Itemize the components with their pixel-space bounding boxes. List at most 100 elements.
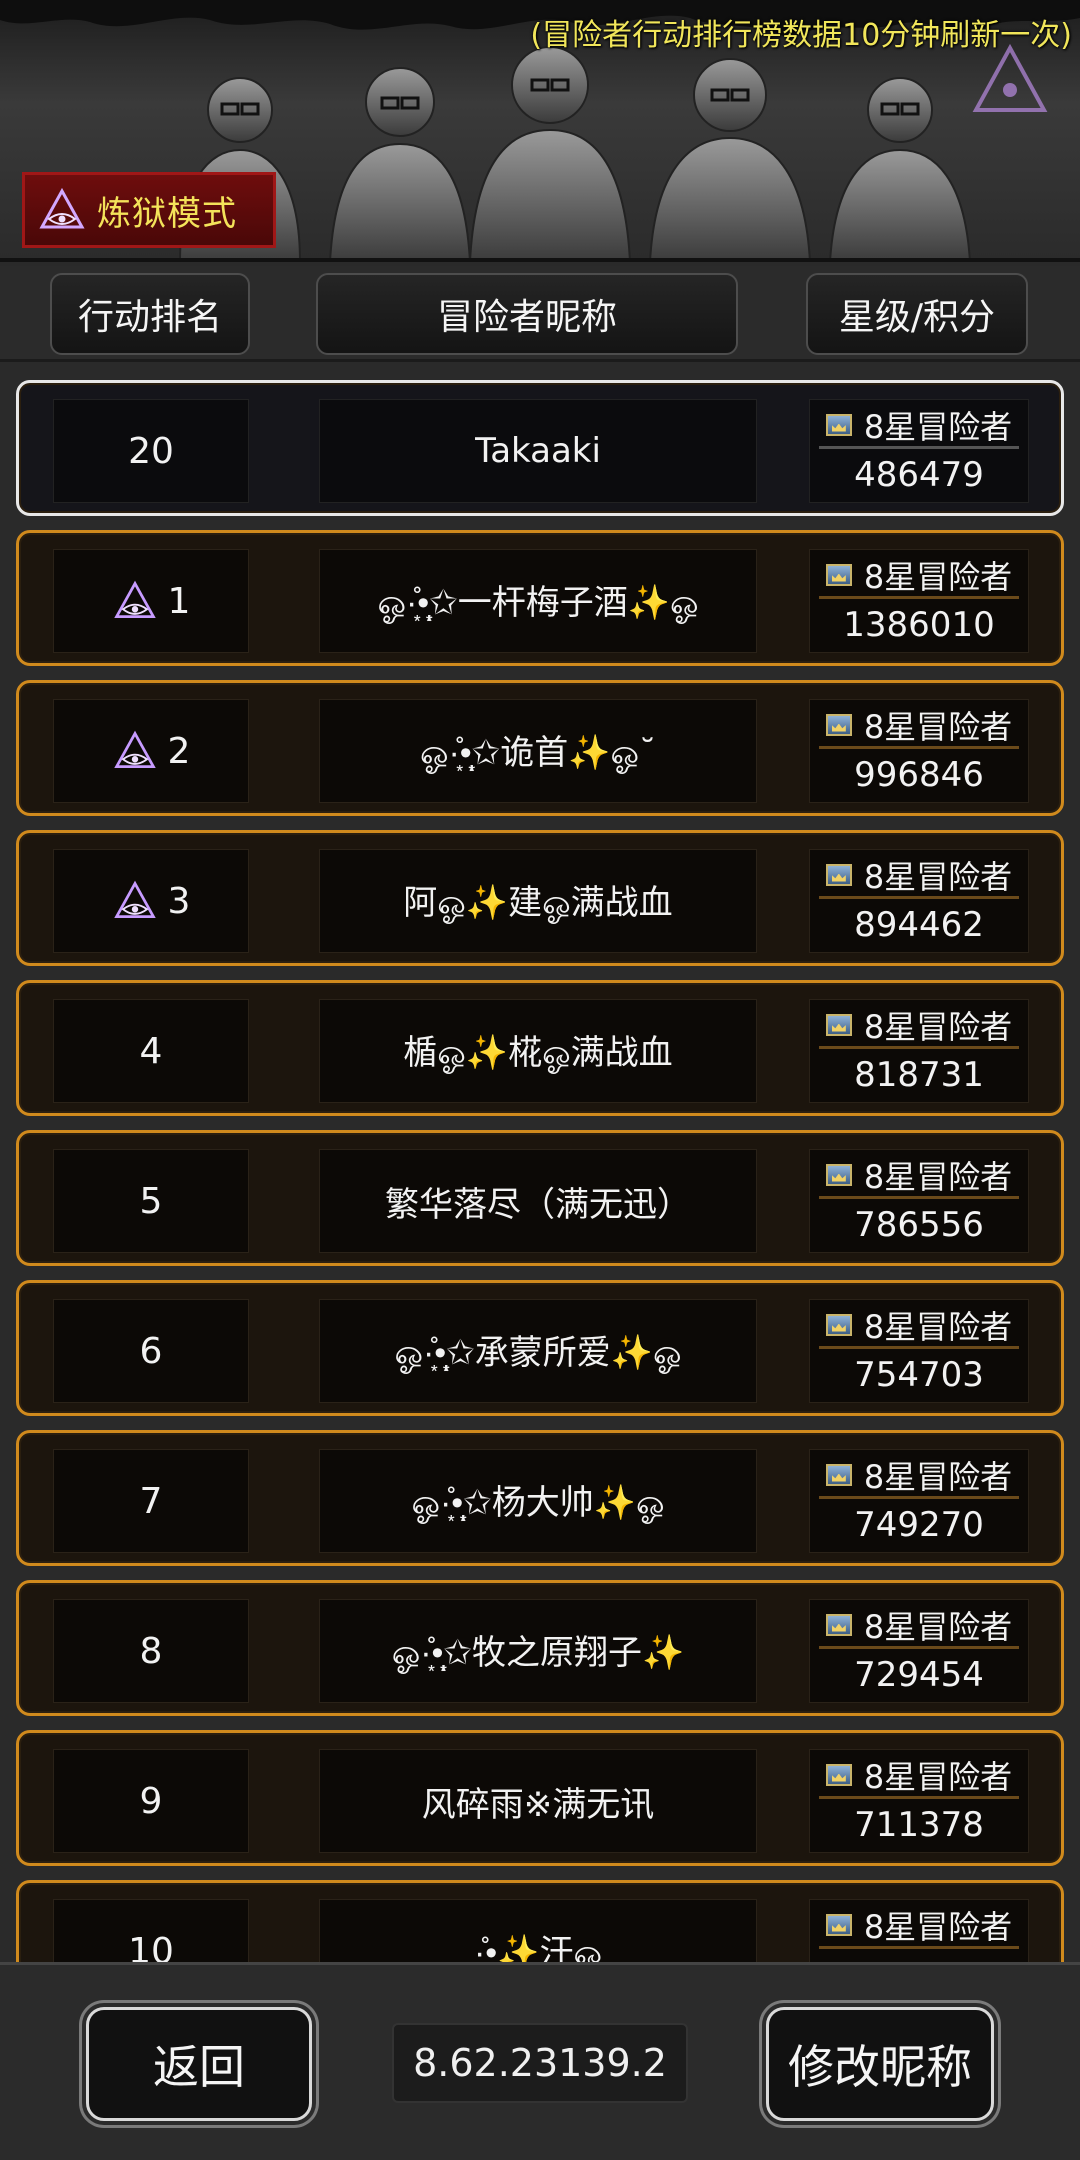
player-name: Takaaki	[319, 399, 757, 503]
list-item[interactable]: 1 ஓ·͙̊•̩̩͙✩一杆梅子酒✨ஓ 8星冒险者 1386010	[16, 530, 1064, 666]
player-name: ஓ·͙̊•̩̩͙✩诡首✨ஓ˘	[319, 699, 757, 803]
rank-number: 4	[139, 1030, 163, 1072]
rank-cell: 4	[53, 999, 249, 1103]
score-cell: 8星冒险者 786556	[809, 1149, 1029, 1253]
purple-triangle-eye-icon	[39, 187, 85, 229]
score-cell: 8星冒险者	[809, 1899, 1029, 1962]
score-value: 996846	[854, 755, 984, 795]
rank-cell: 9	[53, 1749, 249, 1853]
crown-badge-icon	[825, 1163, 852, 1186]
score-header[interactable]: 星级/积分	[806, 273, 1028, 355]
crown-badge-icon	[825, 413, 852, 436]
name-header[interactable]: 冒险者昵称	[316, 273, 738, 355]
rank-number: 1	[167, 580, 191, 622]
score-cell: 8星冒险者 711378	[809, 1749, 1029, 1853]
self-rank-row[interactable]: 20 Takaaki 8星冒险者 486479	[16, 380, 1064, 516]
rank-number: 2	[167, 730, 191, 772]
crown-badge-icon	[825, 1463, 852, 1486]
mode-banner: (冒险者行动排行榜数据10分钟刷新一次) 炼狱模式	[0, 0, 1080, 262]
score-value: 894462	[854, 905, 984, 945]
score-cell: 8星冒险者 818731	[809, 999, 1029, 1103]
rank-cell: 5	[53, 1149, 249, 1253]
rank-number: 8	[139, 1630, 163, 1672]
rank-number: 9	[139, 1780, 163, 1822]
list-item[interactable]: 5 繁华落尽（满无迅） 8星冒险者 786556	[16, 1130, 1064, 1266]
purple-triangle-eye-icon	[112, 578, 158, 624]
score-value: 729454	[854, 1655, 984, 1695]
rank-number: 6	[139, 1330, 163, 1372]
list-item[interactable]: 2 ஓ·͙̊•̩̩͙✩诡首✨ஓ˘ 8星冒险者 996846	[16, 680, 1064, 816]
player-name: 风碎雨※满无讯	[319, 1749, 757, 1853]
level-label: 8星冒险者	[863, 557, 1013, 596]
list-item[interactable]: 10 ·͙̊•̩̩͙✨汗ஓ 8星冒险者	[16, 1880, 1064, 1962]
player-name: ஓ·͙̊•̩̩͙✩承蒙所爱✨ஓ	[319, 1299, 757, 1403]
level-line: 8星冒险者	[819, 1753, 1019, 1799]
crown-badge-icon	[825, 1013, 852, 1036]
score-value: 749270	[854, 1505, 984, 1545]
list-item[interactable]: 8 ஓ·͙̊•̩̩͙✩牧之原翔子✨ 8星冒险者 729454	[16, 1580, 1064, 1716]
score-cell: 8星冒险者 996846	[809, 699, 1029, 803]
rank-number: 3	[167, 880, 191, 922]
crown-badge-icon	[825, 1613, 852, 1636]
player-name: ஓ·͙̊•̩̩͙✩牧之原翔子✨	[319, 1599, 757, 1703]
rename-button[interactable]: 修改昵称	[766, 2007, 994, 2121]
adventurer-squad-image	[179, 46, 971, 258]
back-button[interactable]: 返回	[86, 2007, 312, 2121]
level-line: 8星冒险者	[819, 853, 1019, 899]
level-line: 8星冒险者	[819, 1003, 1019, 1049]
rank-cell: 3	[53, 849, 249, 953]
level-line: 8星冒险者	[819, 403, 1019, 449]
list-item[interactable]: 3 阿ஓ✨建ஓ满战血 8星冒险者 894462	[16, 830, 1064, 966]
list-item[interactable]: 4 楯ஓ✨椛ஓ满战血 8星冒险者 818731	[16, 980, 1064, 1116]
footer-bar: 返回 8.62.23139.2 修改昵称	[0, 1962, 1080, 2160]
mode-label: 炼狱模式	[97, 193, 237, 234]
score-cell: 8星冒险者 749270	[809, 1449, 1029, 1553]
score-value: 1386010	[843, 605, 995, 645]
crown-badge-icon	[825, 1313, 852, 1336]
list-item[interactable]: 6 ஓ·͙̊•̩̩͙✩承蒙所爱✨ஓ 8星冒险者 754703	[16, 1280, 1064, 1416]
level-line: 8星冒险者	[819, 703, 1019, 749]
mode-badge: 炼狱模式	[22, 172, 276, 248]
level-line: 8星冒险者	[819, 1603, 1019, 1649]
score-value: 754703	[854, 1355, 984, 1395]
score-value: 711378	[854, 1805, 984, 1845]
rank-cell: 10	[53, 1899, 249, 1962]
score-cell: 8星冒险者 754703	[809, 1299, 1029, 1403]
purple-triangle-eye-icon	[112, 878, 158, 924]
player-name: 繁华落尽（满无迅）	[319, 1149, 757, 1253]
level-label: 8星冒险者	[863, 857, 1013, 896]
level-label: 8星冒险者	[863, 1007, 1013, 1046]
crown-badge-icon	[825, 563, 852, 586]
level-line: 8星冒险者	[819, 1903, 1019, 1949]
rank-number: 5	[139, 1180, 163, 1222]
list-item[interactable]: 9 风碎雨※满无讯 8星冒险者 711378	[16, 1730, 1064, 1866]
rank-header[interactable]: 行动排名	[50, 273, 250, 355]
level-label: 8星冒险者	[863, 1307, 1013, 1346]
version-label: 8.62.23139.2	[392, 2023, 688, 2103]
rank-number: 10	[128, 1930, 174, 1963]
player-name: 阿ஓ✨建ஓ满战血	[319, 849, 757, 953]
purple-triangle-eye-icon	[112, 728, 158, 774]
player-name: ·͙̊•̩̩͙✨汗ஓ	[319, 1899, 757, 1962]
rank-cell: 7	[53, 1449, 249, 1553]
leaderboard-list[interactable]: 20 Takaaki 8星冒险者 486479 1 ஓ·͙̊•̩̩͙✩一杆梅子酒✨…	[0, 362, 1080, 1962]
list-item[interactable]: 7 ஓ·͙̊•̩̩͙✩杨大帅✨ஓ 8星冒险者 749270	[16, 1430, 1064, 1566]
player-name: ஓ·͙̊•̩̩͙✩杨大帅✨ஓ	[319, 1449, 757, 1553]
rank-cell: 20	[53, 399, 249, 503]
rank-cell: 6	[53, 1299, 249, 1403]
rank-cell: 1	[53, 549, 249, 653]
crown-badge-icon	[825, 1913, 852, 1936]
level-label: 8星冒险者	[863, 1757, 1013, 1796]
level-label: 8星冒险者	[863, 1157, 1013, 1196]
player-name: ஓ·͙̊•̩̩͙✩一杆梅子酒✨ஓ	[319, 549, 757, 653]
level-label: 8星冒险者	[863, 1607, 1013, 1646]
level-line: 8星冒险者	[819, 1453, 1019, 1499]
column-header-row: 行动排名 冒险者昵称 星级/积分	[0, 266, 1080, 362]
crown-badge-icon	[825, 1763, 852, 1786]
score-value: 818731	[854, 1055, 984, 1095]
player-name: 楯ஓ✨椛ஓ满战血	[319, 999, 757, 1103]
rank-number: 7	[139, 1480, 163, 1522]
score-cell: 8星冒险者 1386010	[809, 549, 1029, 653]
score-cell: 8星冒险者 894462	[809, 849, 1029, 953]
score-value: 786556	[854, 1205, 984, 1245]
